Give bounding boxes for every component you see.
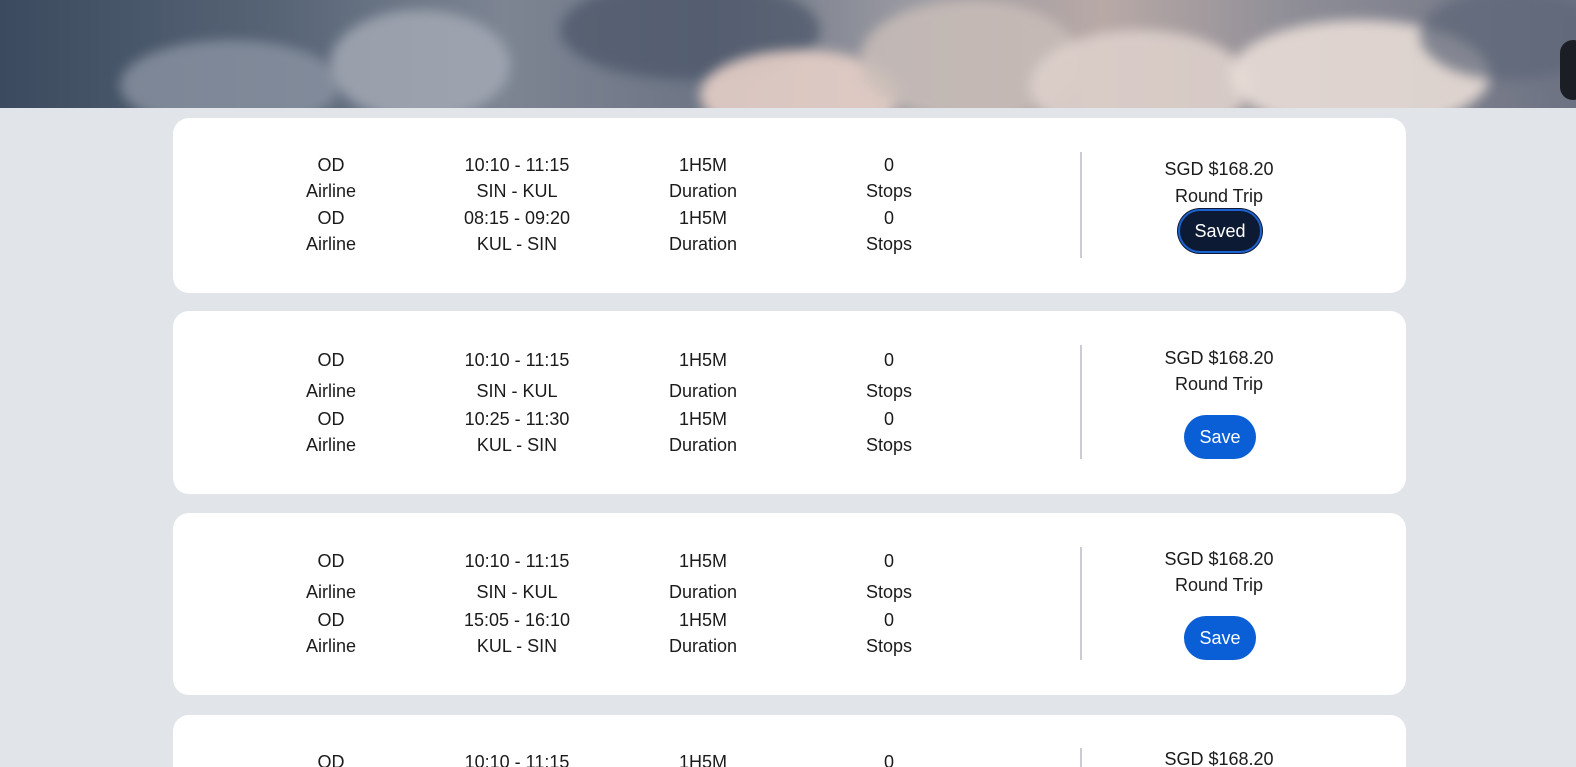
trip-type: Round Trip [1174,186,1264,206]
outbound-duration-label: Duration [668,181,738,201]
card-divider [1080,547,1082,660]
inbound-stops: 0 [883,409,894,429]
inbound-duration-label: Duration [668,435,738,455]
price: SGD $168.20 [1164,348,1274,368]
outbound-stops-label: Stops [865,381,913,401]
inbound-stops: 0 [883,610,894,630]
flight-card: OD Airline OD Airline 10:10 - 11:15 SIN … [173,118,1406,293]
outbound-duration: 1H5M [678,155,727,175]
inbound-time: 10:25 - 11:30 [464,409,570,429]
outbound-airline-label: Airline [305,381,357,401]
outbound-time: 10:10 - 11:15 [464,350,570,370]
flight-card: OD Airline OD Airline 10:10 - 11:15 SIN … [173,513,1406,695]
inbound-stops: 0 [883,208,894,228]
price: SGD $168.20 [1164,749,1274,767]
outbound-stops: 0 [883,551,894,571]
outbound-time: 10:10 - 11:15 [464,752,570,767]
outbound-route: SIN - KUL [476,582,558,602]
outbound-route: SIN - KUL [476,381,558,401]
cloud-shape [120,40,340,108]
saved-button[interactable]: Saved [1178,209,1262,253]
inbound-route: KUL - SIN [476,435,558,455]
inbound-airline-code: OD [317,208,345,228]
hero-banner-clouds [0,0,1576,108]
outbound-time: 10:10 - 11:15 [464,551,570,571]
outbound-duration: 1H5M [678,752,727,767]
inbound-airline-label: Airline [305,234,357,254]
inbound-time: 15:05 - 16:10 [463,610,571,630]
inbound-duration-label: Duration [668,636,738,656]
inbound-stops-label: Stops [865,636,913,656]
inbound-stops-label: Stops [865,435,913,455]
trip-type: Round Trip [1174,575,1264,595]
inbound-stops-label: Stops [865,234,913,254]
outbound-duration: 1H5M [678,350,727,370]
inbound-duration: 1H5M [678,208,727,228]
inbound-route: KUL - SIN [476,636,558,656]
inbound-airline-code: OD [317,610,345,630]
save-button[interactable]: Save [1184,415,1256,459]
inbound-duration-label: Duration [668,234,738,254]
outbound-airline-label: Airline [305,181,357,201]
price: SGD $168.20 [1164,549,1274,569]
card-divider [1080,345,1082,459]
inbound-route: KUL - SIN [476,234,558,254]
outbound-route: SIN - KUL [476,181,558,201]
outbound-airline-label: Airline [305,582,357,602]
flight-card: OD Airline OD Airline 10:10 - 11:15 SIN … [173,311,1406,494]
edge-handle [1560,40,1576,100]
outbound-stops: 0 [883,752,894,767]
outbound-airline-code: OD [317,752,345,767]
outbound-duration-label: Duration [668,381,738,401]
price: SGD $168.20 [1164,159,1274,179]
outbound-stops-label: Stops [865,181,913,201]
outbound-stops: 0 [883,350,894,370]
outbound-duration-label: Duration [668,582,738,602]
outbound-airline-code: OD [317,551,345,571]
outbound-time: 10:10 - 11:15 [464,155,570,175]
outbound-stops: 0 [883,155,894,175]
save-button[interactable]: Save [1184,616,1256,660]
flight-card: OD 10:10 - 11:15 1H5M 0 SGD $168.20 [173,715,1406,767]
card-divider [1080,748,1082,767]
outbound-airline-code: OD [317,350,345,370]
card-divider [1080,152,1082,258]
outbound-airline-code: OD [317,155,345,175]
outbound-duration: 1H5M [678,551,727,571]
inbound-duration: 1H5M [678,610,727,630]
inbound-time: 08:15 - 09:20 [463,208,571,228]
inbound-airline-label: Airline [305,636,357,656]
inbound-airline-code: OD [317,409,345,429]
inbound-airline-label: Airline [305,435,357,455]
trip-type: Round Trip [1174,374,1264,394]
cloud-shape [330,10,510,108]
inbound-duration: 1H5M [678,409,727,429]
outbound-stops-label: Stops [865,582,913,602]
